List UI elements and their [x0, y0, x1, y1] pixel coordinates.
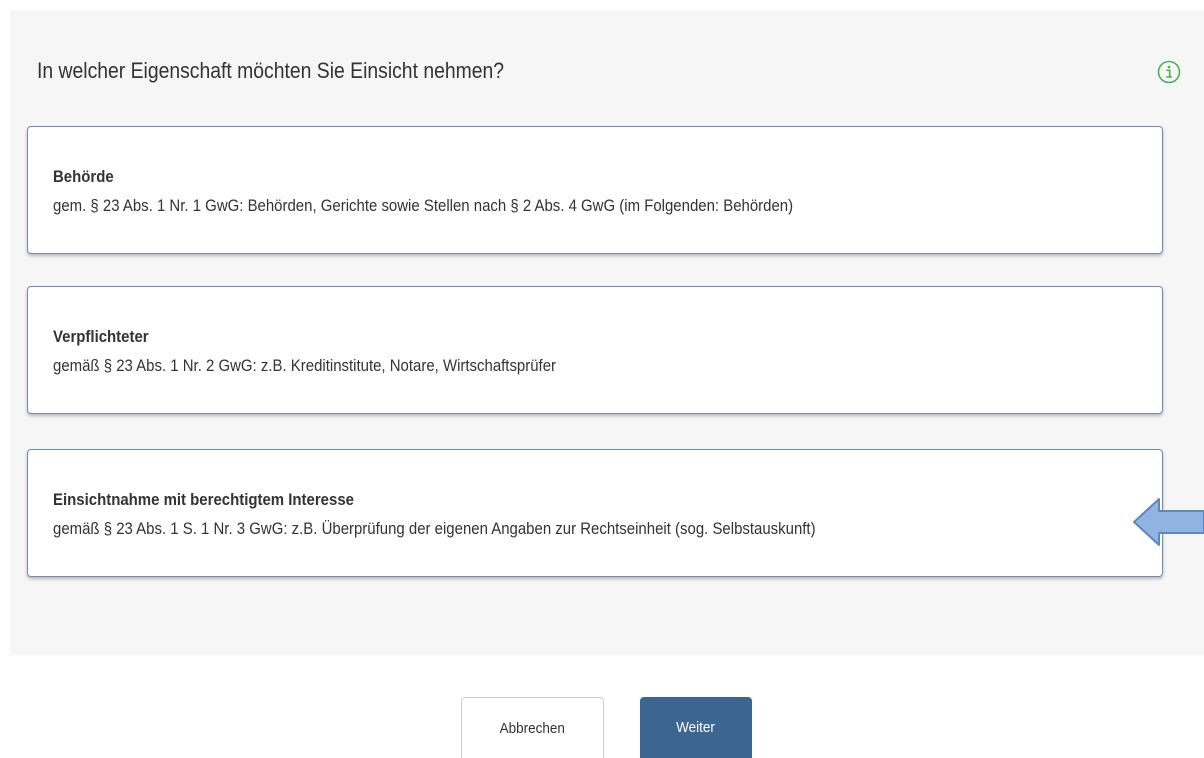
option-description: gemäß § 23 Abs. 1 S. 1 Nr. 3 GwG: z.B. Ü… [53, 519, 816, 538]
left-arrow-icon [1133, 498, 1204, 546]
option-card-behoerde[interactable]: Behörde gem. § 23 Abs. 1 Nr. 1 GwG: Behö… [27, 126, 1163, 254]
next-button-label: Weiter [676, 719, 716, 736]
option-description: gemäß § 23 Abs. 1 Nr. 2 GwG: z.B. Kredit… [53, 356, 557, 375]
option-card-berechtigtes-interesse[interactable]: Einsichtnahme mit berechtigtem Interesse… [27, 449, 1163, 577]
info-circle-icon[interactable] [1157, 60, 1181, 84]
option-title: Behörde [53, 167, 114, 186]
page-title: In welcher Eigenschaft möchten Sie Einsi… [37, 58, 505, 83]
option-card-verpflichteter[interactable]: Verpflichteter gemäß § 23 Abs. 1 Nr. 2 G… [27, 286, 1163, 414]
option-title: Einsichtnahme mit berechtigtem Interesse [53, 490, 354, 509]
cancel-button-label: Abbrechen [499, 719, 566, 737]
option-title: Verpflichteter [53, 327, 149, 346]
option-description: gem. § 23 Abs. 1 Nr. 1 GwG: Behörden, Ge… [53, 196, 794, 215]
next-button[interactable]: Weiter [640, 697, 752, 758]
cancel-button[interactable]: Abbrechen [461, 697, 604, 758]
